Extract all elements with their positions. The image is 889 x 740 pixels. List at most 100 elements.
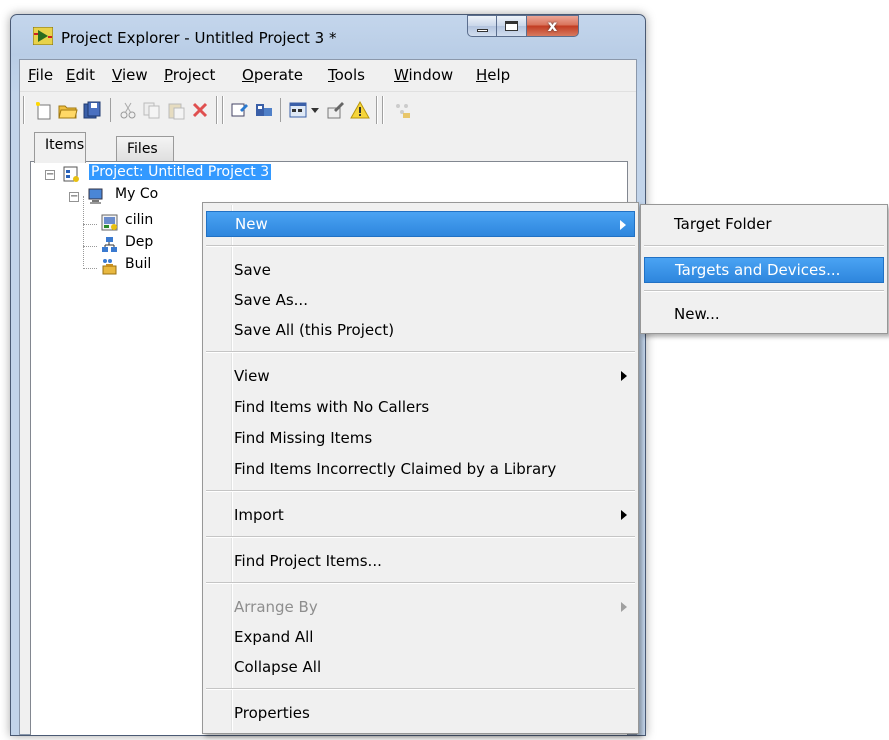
menu-project[interactable]: Project xyxy=(164,66,215,84)
menu-item-properties-label: Properties xyxy=(234,704,310,722)
maximize-button[interactable] xyxy=(497,15,527,37)
close-icon: x xyxy=(547,17,558,35)
menu-help[interactable]: Help xyxy=(476,66,510,84)
menu-item-expand-all-label: Expand All xyxy=(234,628,314,646)
submenu-item-new-label: New... xyxy=(674,305,720,323)
menu-item-find-project-items-label: Find Project Items... xyxy=(234,552,382,570)
deploy-icon[interactable] xyxy=(254,100,274,120)
menu-item-save-all-label: Save All (this Project) xyxy=(234,321,395,339)
menu-item-save-as[interactable]: Save As... xyxy=(206,287,635,313)
save-all-icon[interactable] xyxy=(82,100,102,120)
tab-items[interactable]: Items xyxy=(34,132,86,163)
delete-icon[interactable] xyxy=(190,100,210,120)
toolbar-grip[interactable] xyxy=(216,96,218,124)
tree-expander-project[interactable]: − xyxy=(45,170,55,180)
menu-item-properties[interactable]: Properties xyxy=(206,700,635,726)
menu-item-new[interactable]: New xyxy=(206,211,635,237)
tab-files-label: Files xyxy=(127,141,158,157)
submenu-arrow-icon xyxy=(621,602,627,612)
tree-item-my-computer-label: My Co xyxy=(115,186,159,202)
more-tools-icon[interactable] xyxy=(392,100,412,120)
menu-item-new-label: New xyxy=(235,215,268,233)
menu-separator xyxy=(206,351,635,353)
toolbar-separator xyxy=(280,98,281,122)
window-title: Project Explorer - Untitled Project 3 * xyxy=(61,29,337,47)
tree-item-build-specs-label: Buil xyxy=(125,256,152,272)
vi-icon xyxy=(101,214,118,231)
tree-connector xyxy=(83,196,84,266)
warning-icon[interactable] xyxy=(350,100,370,120)
project-icon xyxy=(63,166,79,182)
tab-items-label: Items xyxy=(45,137,85,153)
title-bar[interactable]: Project Explorer - Untitled Project 3 * … xyxy=(11,15,645,59)
tree-connector xyxy=(83,246,97,247)
menu-item-import[interactable]: Import xyxy=(206,502,635,528)
tree-item-dependencies[interactable]: Dep xyxy=(125,234,153,256)
build-icon[interactable] xyxy=(230,100,250,120)
submenu-arrow-icon xyxy=(621,510,627,520)
submenu-item-new[interactable]: New... xyxy=(644,301,884,327)
tree-item-vi-label: cilin xyxy=(125,212,154,228)
menu-item-expand-all[interactable]: Expand All xyxy=(206,624,635,650)
minimize-icon xyxy=(477,29,488,32)
menu-item-view[interactable]: View xyxy=(206,363,635,389)
menu-separator xyxy=(206,245,635,247)
tree-connector xyxy=(83,224,97,225)
toolbar-grip[interactable] xyxy=(376,96,378,124)
tree-expander-my-computer[interactable]: − xyxy=(69,192,79,202)
dropdown-arrow-icon[interactable] xyxy=(310,100,320,120)
menu-window[interactable]: Window xyxy=(394,66,453,84)
toolbar-grip[interactable] xyxy=(23,96,25,124)
submenu-item-target-folder[interactable]: Target Folder xyxy=(644,211,884,237)
tree-connector xyxy=(83,268,97,269)
menu-item-collapse-all-label: Collapse All xyxy=(234,658,322,676)
minimize-button[interactable] xyxy=(467,15,497,37)
tree-item-project[interactable]: Project: Untitled Project 3 xyxy=(89,164,272,186)
cut-icon[interactable] xyxy=(118,100,138,120)
tools-icon[interactable] xyxy=(326,100,346,120)
menu-view[interactable]: View xyxy=(112,66,148,84)
toolbar-separator xyxy=(110,98,111,122)
menu-item-save-all[interactable]: Save All (this Project) xyxy=(206,317,635,343)
open-folder-icon[interactable] xyxy=(58,100,78,120)
toolbar xyxy=(20,91,636,127)
menu-operate[interactable]: Operate xyxy=(242,66,303,84)
menu-edit[interactable]: Edit xyxy=(66,66,95,84)
new-icon[interactable] xyxy=(34,100,54,120)
menu-item-find-missing[interactable]: Find Missing Items xyxy=(206,425,635,451)
menu-item-arrange-by-label: Arrange By xyxy=(234,598,318,616)
menu-item-save[interactable]: Save xyxy=(206,257,635,283)
menu-separator xyxy=(206,490,635,492)
menu-item-find-project-items[interactable]: Find Project Items... xyxy=(206,548,635,574)
menu-item-collapse-all[interactable]: Collapse All xyxy=(206,654,635,680)
menu-item-find-no-callers[interactable]: Find Items with No Callers xyxy=(206,394,635,420)
tree-item-dependencies-label: Dep xyxy=(125,234,154,250)
tree-item-build-specs[interactable]: Buil xyxy=(125,256,151,278)
submenu-item-targets-devices[interactable]: Targets and Devices... xyxy=(644,257,884,283)
tree-item-my-computer[interactable]: My Co xyxy=(115,186,158,208)
toolbar-grip[interactable] xyxy=(382,96,384,124)
paste-icon[interactable] xyxy=(166,100,186,120)
close-button[interactable]: x xyxy=(527,15,579,37)
context-menu: New Save Save As... Save All (this Proje… xyxy=(202,202,639,734)
copy-icon[interactable] xyxy=(142,100,162,120)
menu-item-find-incorrect-label: Find Items Incorrectly Claimed by a Libr… xyxy=(234,460,557,478)
tab-files[interactable]: Files xyxy=(116,136,174,162)
computer-icon xyxy=(88,188,103,204)
tree-item-vi[interactable]: cilin xyxy=(125,212,153,234)
menu-item-save-as-label: Save As... xyxy=(234,291,308,309)
menu-separator xyxy=(206,688,635,690)
menu-item-arrange-by[interactable]: Arrange By xyxy=(206,594,635,620)
menu-separator xyxy=(644,290,884,292)
menu-file[interactable]: File xyxy=(28,66,53,84)
menu-item-import-label: Import xyxy=(234,506,284,524)
menu-item-find-incorrect[interactable]: Find Items Incorrectly Claimed by a Libr… xyxy=(206,456,635,482)
submenu-arrow-icon xyxy=(620,220,626,230)
view-icon[interactable] xyxy=(288,100,308,120)
explorer-tabs: Items Files xyxy=(20,128,636,163)
menu-bar: File Edit View Project Operate Tools Win… xyxy=(20,60,636,90)
menu-item-view-label: View xyxy=(234,367,270,385)
menu-tools[interactable]: Tools xyxy=(328,66,365,84)
build-specifications-icon xyxy=(102,259,117,275)
toolbar-grip[interactable] xyxy=(222,96,224,124)
